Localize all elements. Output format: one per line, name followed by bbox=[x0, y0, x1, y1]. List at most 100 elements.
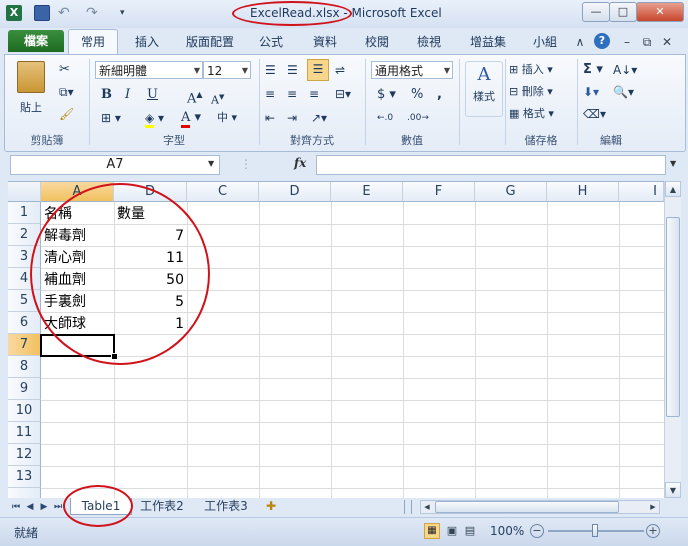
doc-minimize-button[interactable]: – bbox=[620, 32, 634, 52]
tab-page-layout[interactable]: 版面配置 bbox=[180, 32, 240, 52]
name-box-dropdown-icon[interactable]: ▼ bbox=[208, 159, 214, 168]
number-format-select[interactable]: 通用格式 ▼ bbox=[371, 61, 453, 79]
tab-home[interactable]: 常用 bbox=[68, 29, 118, 55]
sheet-tab-sheet3[interactable]: 工作表3 bbox=[196, 498, 256, 515]
font-size-select[interactable]: 12 ▼ bbox=[203, 61, 251, 79]
autosum-button[interactable]: Σ ▾ bbox=[583, 61, 603, 79]
page-layout-view-icon[interactable]: ▣ bbox=[444, 523, 460, 539]
column-header-e[interactable]: E bbox=[331, 182, 403, 202]
bold-button[interactable]: B bbox=[101, 86, 112, 104]
formula-input[interactable] bbox=[316, 155, 666, 175]
page-break-view-icon[interactable]: ▤ bbox=[462, 523, 478, 539]
paste-button[interactable]: 貼上 bbox=[13, 61, 49, 117]
increase-indent-icon[interactable]: ⇥ bbox=[287, 109, 297, 127]
scroll-down-button[interactable]: ▼ bbox=[665, 482, 681, 498]
zoom-level[interactable]: 100% bbox=[490, 524, 524, 538]
row-header[interactable]: 9 bbox=[8, 378, 41, 400]
shrink-font-button[interactable]: A▼ bbox=[211, 88, 224, 110]
close-button[interactable]: ✕ bbox=[636, 2, 684, 22]
row-header[interactable]: 7 bbox=[8, 334, 41, 356]
zoom-in-button[interactable]: + bbox=[646, 524, 660, 538]
insert-cells-button[interactable]: ⊞ 插入 ▾ bbox=[509, 61, 553, 79]
sheet-tab-sheet2[interactable]: 工作表2 bbox=[132, 498, 192, 515]
minimize-button[interactable]: — bbox=[582, 2, 610, 22]
column-header-c[interactable]: C bbox=[187, 182, 259, 202]
tab-addins[interactable]: 增益集 bbox=[464, 32, 512, 52]
align-middle-icon[interactable]: ☰ bbox=[287, 61, 298, 79]
align-top-icon[interactable]: ☰ bbox=[265, 61, 276, 79]
tab-split-handle[interactable] bbox=[404, 500, 412, 514]
align-bottom-icon[interactable]: ☰ bbox=[307, 59, 329, 81]
doc-restore-button[interactable]: ⧉ bbox=[640, 32, 654, 52]
scroll-left-button[interactable]: ◀ bbox=[421, 501, 433, 513]
column-header-h[interactable]: H bbox=[547, 182, 619, 202]
select-all-corner[interactable] bbox=[8, 182, 41, 202]
fill-icon[interactable]: ⬇▾ bbox=[583, 83, 599, 101]
tab-insert[interactable]: 插入 bbox=[130, 32, 164, 52]
orientation-icon[interactable]: ↗▾ bbox=[311, 109, 327, 127]
grow-font-button[interactable]: A▲ bbox=[187, 86, 203, 108]
borders-icon[interactable]: ⊞ ▾ bbox=[101, 109, 121, 127]
tab-review[interactable]: 校閱 bbox=[360, 32, 394, 52]
format-painter-icon[interactable]: 🖌 bbox=[59, 105, 74, 123]
row-header[interactable]: 12 bbox=[8, 444, 41, 466]
phonetic-icon[interactable]: 中 ▾ bbox=[217, 109, 237, 127]
doc-close-button[interactable]: ✕ bbox=[660, 32, 674, 52]
next-sheet-icon[interactable]: ▶ bbox=[38, 500, 50, 514]
row-header[interactable]: 13 bbox=[8, 466, 41, 488]
font-color-button[interactable]: A ▾ bbox=[181, 109, 201, 128]
zoom-slider-thumb[interactable] bbox=[592, 524, 598, 537]
column-header-i[interactable]: I bbox=[619, 182, 664, 202]
clear-icon[interactable]: ⌫▾ bbox=[583, 105, 606, 123]
tab-data[interactable]: 資料 bbox=[308, 32, 342, 52]
row-header[interactable]: 1 bbox=[8, 202, 41, 224]
row-header[interactable]: 11 bbox=[8, 422, 41, 444]
find-select-icon[interactable]: 🔍▾ bbox=[613, 83, 634, 101]
comma-button[interactable]: , bbox=[437, 86, 442, 104]
vertical-scroll-thumb[interactable] bbox=[666, 217, 680, 417]
styles-button[interactable]: A 樣式 bbox=[465, 61, 503, 117]
first-sheet-icon[interactable]: ⏮ bbox=[10, 500, 22, 514]
tab-formulas[interactable]: 公式 bbox=[254, 32, 288, 52]
align-right-icon[interactable]: ≡ bbox=[309, 85, 319, 103]
insert-function-button[interactable]: fx bbox=[294, 156, 306, 170]
align-left-icon[interactable]: ≡ bbox=[265, 85, 275, 103]
wrap-text-icon[interactable]: ⇌ bbox=[335, 61, 345, 79]
merge-center-icon[interactable]: ⊟▾ bbox=[335, 85, 351, 103]
redo-icon[interactable]: ↷ bbox=[86, 5, 102, 21]
font-name-select[interactable]: 新細明體 ▼ bbox=[95, 61, 203, 79]
align-center-icon[interactable]: ≡ bbox=[287, 85, 297, 103]
column-header-d2[interactable]: D bbox=[259, 182, 331, 202]
currency-button[interactable]: $ ▾ bbox=[377, 86, 396, 104]
horizontal-scroll-thumb[interactable] bbox=[435, 501, 619, 513]
format-cells-button[interactable]: ▦ 格式 ▾ bbox=[509, 105, 554, 123]
tab-file[interactable]: 檔案 bbox=[8, 30, 64, 52]
tab-view[interactable]: 檢視 bbox=[412, 32, 446, 52]
insert-sheet-icon[interactable]: ✚ bbox=[260, 498, 282, 515]
prev-sheet-icon[interactable]: ◀ bbox=[24, 500, 36, 514]
tab-team[interactable]: 小組 bbox=[528, 32, 562, 52]
maximize-button[interactable]: □ bbox=[609, 2, 637, 22]
name-box[interactable]: A7 bbox=[10, 155, 220, 175]
italic-button[interactable]: I bbox=[125, 86, 130, 104]
copy-icon[interactable]: ⧉▾ bbox=[59, 83, 74, 101]
cut-icon[interactable]: ✂ bbox=[59, 61, 70, 79]
customize-qat-icon[interactable]: ▾ bbox=[120, 5, 136, 21]
sort-filter-icon[interactable]: A↓▾ bbox=[613, 61, 637, 79]
fill-color-icon[interactable]: ◈ ▾ bbox=[145, 109, 164, 128]
zoom-out-button[interactable]: − bbox=[530, 524, 544, 538]
underline-button[interactable]: U bbox=[147, 86, 158, 104]
scroll-up-button[interactable]: ▲ bbox=[665, 181, 681, 197]
column-header-g[interactable]: G bbox=[475, 182, 547, 202]
scroll-right-button[interactable]: ▶ bbox=[647, 501, 659, 513]
row-header[interactable]: 6 bbox=[8, 312, 41, 334]
undo-icon[interactable]: ↶ bbox=[58, 5, 74, 21]
decrease-indent-icon[interactable]: ⇤ bbox=[265, 109, 275, 127]
save-icon[interactable] bbox=[34, 5, 50, 21]
help-icon[interactable]: ? bbox=[594, 33, 610, 49]
percent-button[interactable]: % bbox=[411, 86, 423, 104]
horizontal-scrollbar[interactable]: ◀ ▶ bbox=[420, 500, 660, 514]
row-header[interactable]: 8 bbox=[8, 356, 41, 378]
delete-cells-button[interactable]: ⊟ 刪除 ▾ bbox=[509, 83, 553, 101]
normal-view-icon[interactable]: ▦ bbox=[424, 523, 440, 539]
